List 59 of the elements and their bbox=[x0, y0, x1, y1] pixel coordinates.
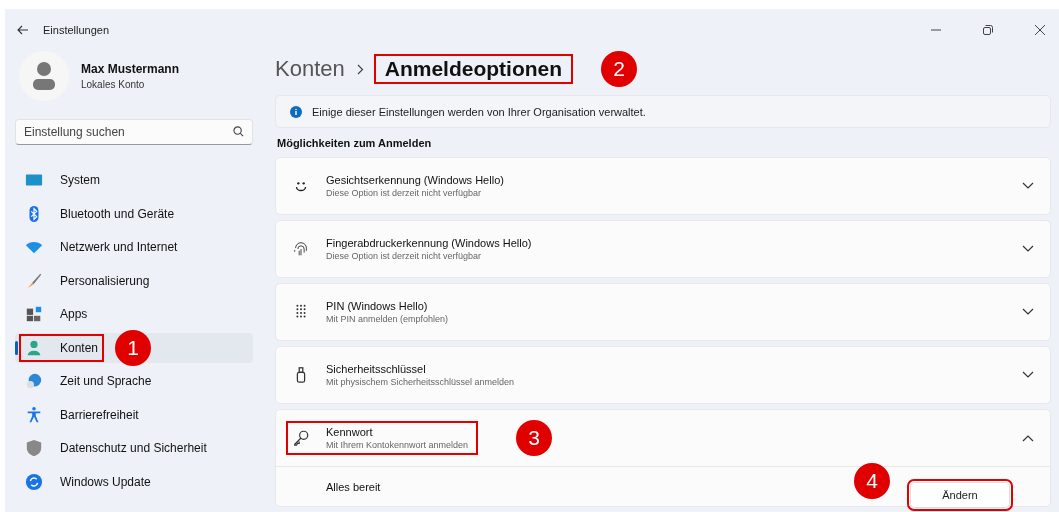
info-text: Einige dieser Einstellungen werden von Ihrer Organisation verwaltet. bbox=[312, 105, 646, 118]
restore-icon[interactable] bbox=[983, 25, 993, 35]
user-name: Max Mustermann bbox=[81, 62, 180, 76]
update-icon bbox=[25, 472, 43, 491]
option-title: Gesichtserkennung (Windows Hello) bbox=[326, 174, 504, 186]
option-subtitle: Diese Option ist derzeit nicht verfügbar bbox=[326, 251, 483, 261]
option-title: Sicherheitsschlüssel bbox=[326, 363, 427, 375]
change-button[interactable]: Ändern bbox=[910, 481, 1010, 508]
info-icon bbox=[290, 105, 302, 118]
search-icon bbox=[233, 126, 244, 137]
option-subtitle: Mit physischem Sicherheitsschlüssel anmelden bbox=[326, 377, 515, 387]
chevron-down-icon[interactable] bbox=[1022, 308, 1034, 316]
fingerprint-icon bbox=[292, 240, 310, 258]
option-subtitle: Diese Option ist derzeit nicht verfügbar bbox=[326, 188, 483, 198]
option-title: Kennwort bbox=[326, 426, 374, 438]
accessibility-icon bbox=[25, 405, 43, 424]
option-card[interactable]: Gesichtserkennung (Windows Hello) Diese Option ist derzeit nicht verfügbar bbox=[275, 157, 1051, 215]
option-card[interactable]: PIN (Windows Hello) Mit PIN anmelden (empfohlen) bbox=[275, 283, 1051, 341]
option-subtitle: Mit PIN anmelden (empfohlen) bbox=[326, 314, 449, 324]
chevron-down-icon[interactable] bbox=[1022, 182, 1034, 190]
shield-icon bbox=[25, 439, 43, 457]
sidebar-item[interactable]: Apps bbox=[15, 299, 253, 329]
step-badge: 3 bbox=[516, 420, 552, 456]
option-card[interactable]: Fingerabdruckerkennung (Windows Hello) Diese Option ist derzeit nicht verfügbar bbox=[275, 220, 1051, 278]
option-card[interactable]: Sicherheitsschlüssel Mit physischem Sicherheitsschlüssel anmelden bbox=[275, 346, 1051, 404]
sidebar-item[interactable]: System bbox=[15, 165, 253, 195]
step-badge: 2 bbox=[601, 51, 638, 87]
sidebar-item[interactable]: Konten 1 bbox=[15, 332, 253, 363]
close-icon[interactable] bbox=[1035, 25, 1045, 35]
person-icon bbox=[25, 338, 43, 357]
sidebar-item[interactable]: Barrierefreiheit bbox=[15, 399, 253, 430]
option-title: PIN (Windows Hello) bbox=[326, 300, 429, 312]
key-icon bbox=[292, 429, 310, 447]
step-badge: 1 bbox=[115, 329, 151, 366]
chevron-right-icon bbox=[356, 63, 364, 75]
option-subtitle: Mit Ihrem Kontokennwort anmelden bbox=[326, 440, 469, 450]
search-field[interactable]: Einstellung suchen bbox=[15, 119, 253, 145]
apps-icon bbox=[25, 305, 43, 323]
chevron-down-icon[interactable] bbox=[1022, 371, 1034, 379]
sidebar-item[interactable]: Datenschutz und Sicherheit bbox=[15, 433, 253, 463]
option-title: Fingerabdruckerkennung (Windows Hello) bbox=[326, 237, 532, 249]
page-title: Anmeldeoptionen bbox=[375, 56, 572, 82]
sidebar-item[interactable]: Netzwerk und Internet bbox=[15, 232, 253, 262]
sidebar-item[interactable]: Personalisierung bbox=[15, 265, 253, 296]
sidebar-item[interactable]: Windows Update bbox=[15, 466, 253, 497]
account-type: Lokales Konto bbox=[81, 79, 146, 90]
brush-icon bbox=[25, 271, 43, 290]
step-badge: 4 bbox=[854, 463, 890, 499]
sidebar-item[interactable]: Bluetooth und Geräte bbox=[15, 198, 253, 229]
chevron-down-icon[interactable] bbox=[1022, 245, 1034, 253]
avatar bbox=[19, 51, 69, 101]
section-heading: Möglichkeiten zum Anmelden bbox=[277, 137, 433, 149]
status-text: Alles bereit bbox=[326, 480, 381, 493]
sidebar-item[interactable]: Zeit und Sprache bbox=[15, 366, 253, 396]
window-title: Einstellungen bbox=[43, 24, 111, 36]
globe-clock-icon bbox=[25, 372, 43, 390]
chevron-up-icon[interactable] bbox=[1022, 434, 1034, 442]
breadcrumb-parent[interactable]: Konten bbox=[275, 56, 345, 82]
back-arrow-icon[interactable] bbox=[17, 25, 29, 35]
